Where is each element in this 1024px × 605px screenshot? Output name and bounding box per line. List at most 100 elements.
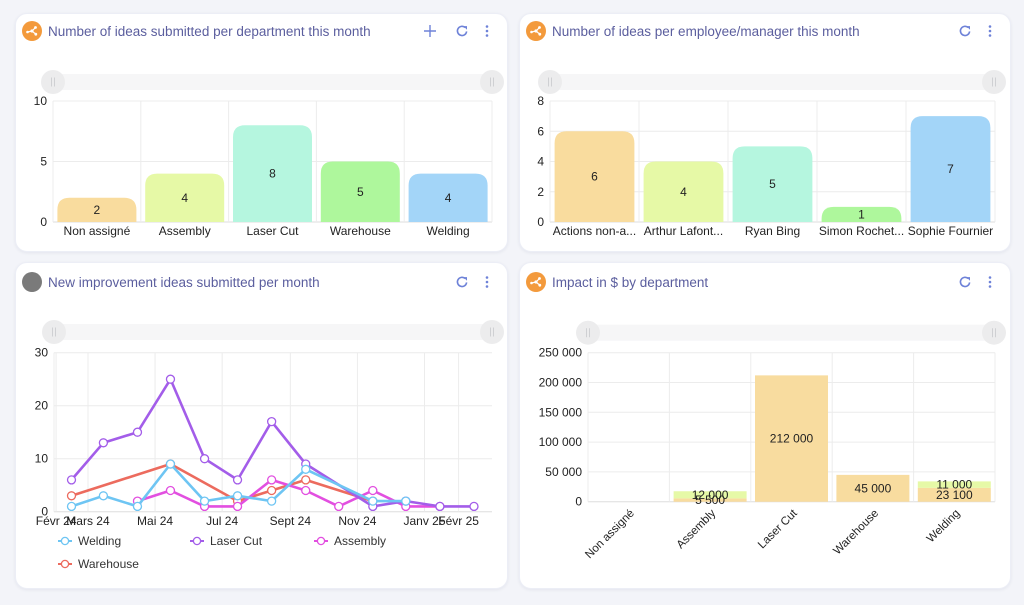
slider-handle-start[interactable] (42, 320, 66, 344)
slider-handle-knob[interactable] (41, 70, 65, 94)
data-point[interactable] (301, 475, 311, 485)
slider-handle-knob[interactable] (480, 70, 504, 94)
data-point[interactable] (199, 454, 210, 464)
data-point[interactable] (132, 501, 143, 512)
y-tick-label: 0 (537, 215, 544, 229)
data-point[interactable] (266, 475, 277, 485)
widget-header: Impact in $ by department (520, 265, 1010, 301)
range-slider[interactable] (41, 70, 504, 94)
refresh-button[interactable] (453, 273, 471, 291)
legend-item[interactable]: Laser Cut (190, 534, 263, 548)
data-label: 212 000 (770, 432, 814, 446)
more-options-button[interactable] (981, 273, 999, 291)
x-tick-label: Simon Rochet... (819, 224, 904, 238)
y-tick-label: 30 (35, 346, 49, 360)
data-label: 12 000 (692, 488, 729, 502)
data-point[interactable] (401, 496, 411, 506)
x-tick-label: Warehouse (330, 224, 391, 238)
data-point[interactable] (232, 501, 243, 512)
slider-handle-knob[interactable] (982, 320, 1006, 345)
x-tick-label: Nov 24 (338, 514, 376, 528)
refresh-icon (456, 25, 468, 37)
refresh-button[interactable] (956, 22, 974, 40)
data-point[interactable] (266, 485, 277, 496)
legend-marker-icon (316, 536, 326, 546)
widget-title: Number of ideas per employee/manager thi… (552, 24, 860, 39)
data-point[interactable] (301, 485, 311, 496)
x-tick-label: Sophie Fournier (908, 224, 993, 238)
data-point[interactable] (266, 496, 277, 506)
y-tick-label: 100 000 (539, 435, 583, 449)
legend-label: Welding (78, 534, 121, 548)
data-point[interactable] (98, 491, 109, 501)
data-point[interactable] (469, 501, 479, 512)
legend-item[interactable]: Welding (58, 534, 121, 548)
slider-handle-knob[interactable] (982, 70, 1006, 94)
data-label: 5 (769, 177, 776, 191)
refresh-button[interactable] (453, 22, 471, 40)
y-tick-label: 50 000 (545, 465, 582, 479)
slider-handle-end[interactable] (480, 70, 504, 94)
stacked-bar-chart-impact: 050 000100 000150 000200 000250 0005 500… (539, 320, 1006, 561)
data-point[interactable] (165, 485, 176, 496)
slider-handle-knob[interactable] (576, 320, 600, 345)
data-point[interactable] (98, 438, 109, 448)
x-tick-label: Mai 24 (137, 514, 173, 528)
legend-label: Laser Cut (210, 534, 263, 548)
data-point[interactable] (266, 416, 277, 427)
more-options-button[interactable] (981, 22, 999, 40)
x-tick-label: Ryan Bing (745, 224, 800, 238)
add-button[interactable] (421, 22, 439, 40)
y-tick-label: 250 000 (539, 346, 583, 360)
kebab-menu-icon (988, 25, 992, 37)
data-point[interactable] (232, 475, 243, 485)
data-point[interactable] (66, 491, 77, 501)
data-point[interactable] (66, 501, 77, 512)
slider-handle-knob[interactable] (480, 320, 504, 344)
data-point[interactable] (66, 475, 77, 485)
x-tick-label: Welding (427, 224, 470, 238)
more-options-button[interactable] (478, 273, 496, 291)
legend-item[interactable]: Assembly (314, 534, 386, 548)
status-dot-icon (22, 272, 42, 292)
x-tick-label: Arthur Lafont... (644, 224, 723, 238)
data-point[interactable] (435, 501, 445, 512)
data-label: 45 000 (855, 481, 892, 495)
legend-item[interactable]: Warehouse (58, 557, 139, 571)
slider-handle-end[interactable] (982, 320, 1006, 345)
slider-handle-start[interactable] (538, 70, 562, 94)
slider-handle-start[interactable] (41, 70, 65, 94)
data-point[interactable] (132, 427, 143, 437)
x-tick-label: Actions non-a... (553, 224, 636, 238)
slider-handle-knob[interactable] (42, 320, 66, 344)
widget-ideas-per-employee: 0 2 4 6 8 6 4 5 1 7 Actions non-a... Arthur Lafont.… (519, 13, 1011, 252)
range-slider[interactable] (42, 320, 504, 344)
x-tick-label: Sept 24 (270, 514, 312, 528)
graph-icon (22, 21, 42, 41)
data-point[interactable] (165, 459, 176, 469)
y-tick-label: 0 (40, 215, 47, 229)
slider-handle-knob[interactable] (538, 70, 562, 94)
more-options-button[interactable] (478, 22, 496, 40)
slider-handle-end[interactable] (982, 70, 1006, 94)
slider-track[interactable] (53, 74, 492, 90)
range-slider[interactable] (576, 320, 1006, 345)
range-slider[interactable] (538, 70, 1006, 94)
chart-legend: Welding Laser Cut Assembly Warehouse (58, 534, 386, 571)
slider-track[interactable] (54, 324, 492, 340)
data-point[interactable] (334, 501, 344, 512)
data-point[interactable] (165, 374, 176, 384)
slider-handle-start[interactable] (576, 320, 600, 345)
slider-track[interactable] (588, 324, 994, 341)
refresh-button[interactable] (956, 273, 974, 291)
data-point[interactable] (368, 496, 378, 506)
slider-track[interactable] (550, 74, 994, 90)
data-point[interactable] (199, 496, 210, 506)
refresh-icon (959, 25, 971, 37)
data-point[interactable] (368, 485, 378, 496)
data-point[interactable] (301, 464, 311, 474)
refresh-icon (959, 276, 971, 288)
slider-handle-end[interactable] (480, 320, 504, 344)
data-point[interactable] (232, 491, 243, 501)
x-tick-label: Assembly (159, 224, 211, 238)
